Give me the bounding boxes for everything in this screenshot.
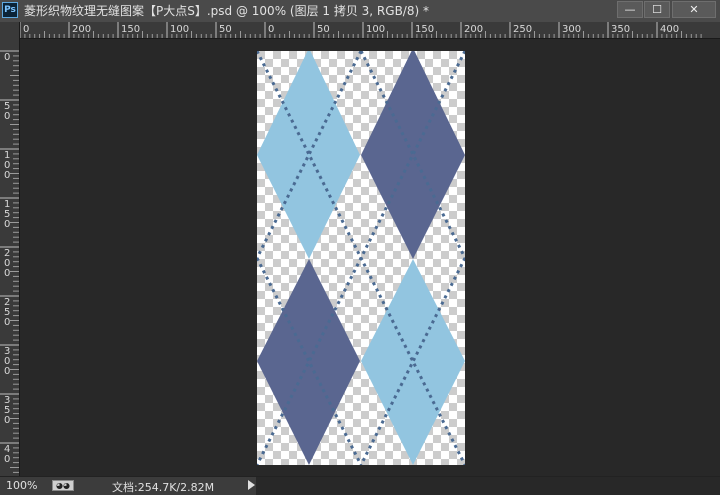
vertical-ruler[interactable]: 05010015020025030035040 (0, 38, 20, 476)
ruler-corner[interactable] (0, 22, 20, 39)
horizontal-scroll-area[interactable] (256, 477, 720, 495)
ruler-label: 300 (562, 24, 581, 35)
ruler-label: 0 (4, 52, 10, 63)
photoshop-logo-icon: Ps (2, 2, 18, 18)
ruler-label: 0 (4, 317, 10, 328)
ruler-label: 150 (415, 24, 434, 35)
ruler-label: 100 (170, 24, 189, 35)
document-info: 文档:254.7K/2.82M (112, 481, 215, 494)
status-preview-icon[interactable]: ◕◕ (52, 480, 74, 491)
ruler-label: 0 (4, 111, 10, 122)
ruler-label: 350 (611, 24, 630, 35)
horizontal-ruler[interactable]: 0 200 150 100 50 0 50 100 150 200 250 300 350 400 (20, 22, 720, 39)
status-menu-arrow-icon[interactable] (248, 480, 255, 490)
ruler-label: 0 (4, 268, 10, 279)
ruler-label: 0 (268, 24, 274, 35)
horizontal-ruler-ticks: 0 200 150 100 50 0 50 100 150 200 250 300 350 400 (20, 22, 702, 38)
ruler-label: 200 (464, 24, 483, 35)
ruler-label: 0 (4, 454, 10, 465)
ruler-label: 0 (4, 219, 10, 230)
ruler-label: 250 (513, 24, 532, 35)
zoom-level[interactable]: 100% (6, 479, 37, 492)
ruler-label: 50 (219, 24, 232, 35)
ruler-label: 200 (72, 24, 91, 35)
status-bar: 100% ◕◕ 文档:254.7K/2.82M (0, 476, 720, 495)
close-button[interactable]: ✕ (672, 1, 716, 18)
ruler-label: 0 (4, 366, 10, 377)
ruler-label: 400 (660, 24, 679, 35)
ruler-label: 50 (317, 24, 330, 35)
document-title: 菱形织物纹理无缝图案【P大点S】.psd @ 100% (图层 1 拷贝 3, … (24, 4, 429, 18)
ruler-label: 100 (366, 24, 385, 35)
ruler-label: 0 (23, 24, 29, 35)
ruler-label: 150 (121, 24, 140, 35)
document-canvas[interactable] (257, 51, 465, 465)
ruler-label: 0 (4, 415, 10, 426)
maximize-button[interactable]: ☐ (644, 1, 670, 18)
ruler-label: 0 (4, 170, 10, 181)
minimize-button[interactable]: — (617, 1, 643, 18)
vertical-ruler-ticks: 05010015020025030035040 (0, 50, 19, 473)
title-bar: Ps 菱形织物纹理无缝图案【P大点S】.psd @ 100% (图层 1 拷贝 … (0, 0, 720, 23)
